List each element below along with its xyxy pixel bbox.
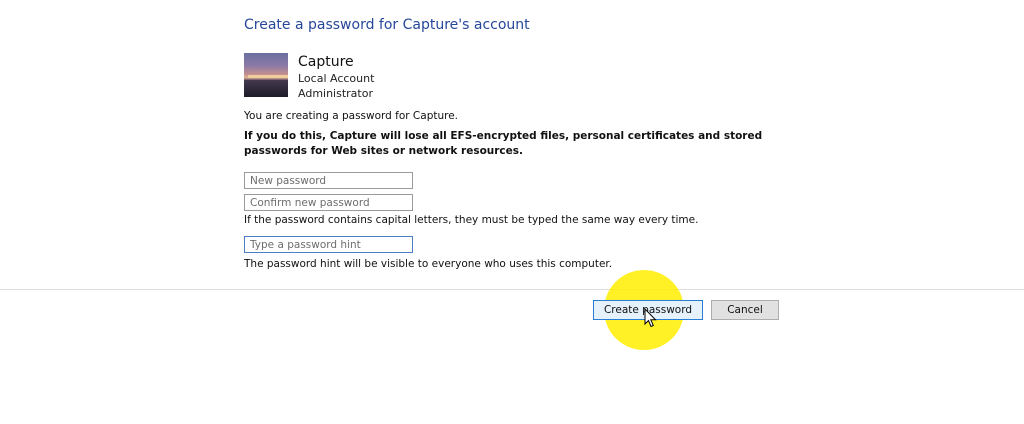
warning-text: If you do this, Capture will lose all EF… [244, 130, 763, 157]
case-sensitivity-note: If the password contains capital letters… [244, 214, 699, 226]
avatar-horizon-detail [244, 80, 288, 97]
create-password-button[interactable]: Create password [593, 300, 703, 320]
new-password-input[interactable] [244, 172, 413, 189]
intro-text: You are creating a password for Capture. [244, 110, 459, 122]
cancel-button[interactable]: Cancel [711, 300, 779, 320]
password-hint-input[interactable] [244, 236, 413, 253]
account-name: Capture [298, 54, 354, 70]
divider [0, 289, 1024, 290]
avatar-sunset-detail [248, 75, 288, 78]
create-password-page: Create a password for Capture's account … [0, 0, 1024, 424]
avatar [244, 53, 288, 97]
account-role: Administrator [298, 87, 373, 100]
hint-visibility-note: The password hint will be visible to eve… [244, 258, 613, 270]
account-type: Local Account [298, 72, 375, 85]
confirm-password-input[interactable] [244, 194, 413, 211]
page-title: Create a password for Capture's account [244, 17, 530, 33]
